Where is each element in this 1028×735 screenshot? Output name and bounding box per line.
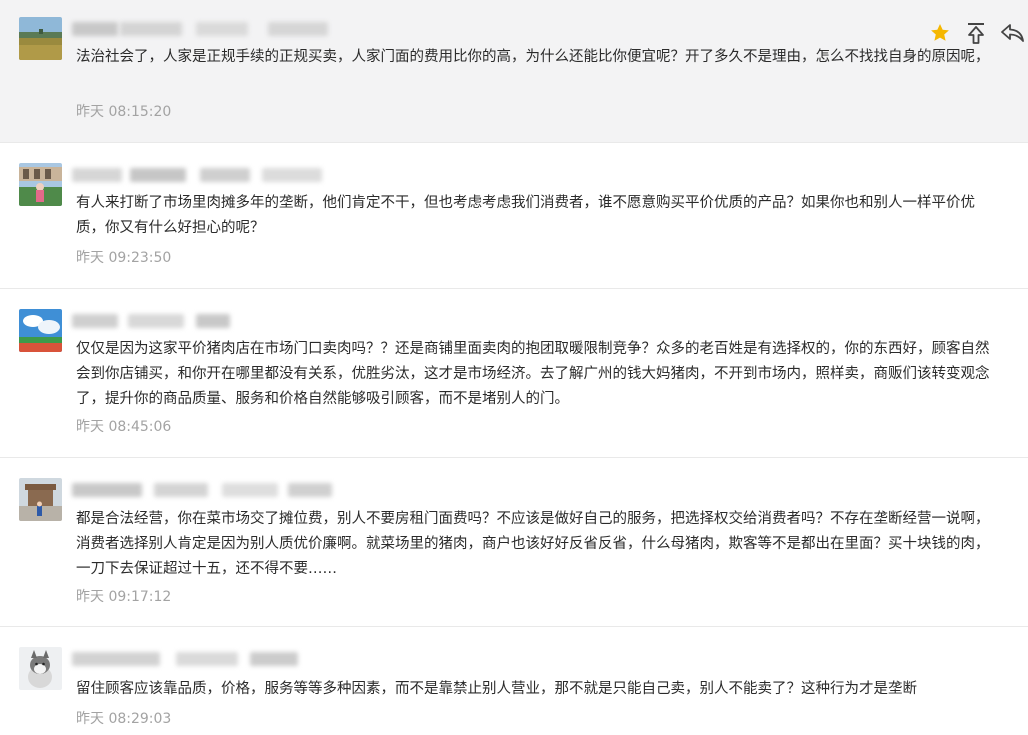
username-blurred [72,164,342,186]
avatar[interactable] [19,647,62,690]
avatar[interactable] [19,309,62,352]
comment-text: 仅仅是因为这家平价猪肉店在市场门口卖肉吗？？还是商铺里面卖肉的抱团取暖限制竞争？… [76,341,990,407]
username-blurred [72,479,342,501]
comment-timestamp: 昨天 09:23:50 [76,250,172,266]
comment-item: 法治社会了，人家是正规手续的正规买卖，人家门面的费用比你的高，为什么还能比你便宜… [0,0,1028,143]
comment-item: 有人来打断了市场里肉摊多年的垄断，他们肯定不干，但也考虑考虑我们消费者，谁不愿意… [0,143,1028,289]
comment-timestamp: 昨天 08:15:20 [76,104,172,120]
reply-icon[interactable] [994,18,1028,48]
comment-actions [922,18,1028,48]
comment-feed: 法治社会了，人家是正规手续的正规买卖，人家门面的费用比你的高，为什么还能比你便宜… [0,0,1028,735]
comment-text: 有人来打断了市场里肉摊多年的垄断，他们肯定不干，但也考虑考虑我们消费者，谁不愿意… [76,195,975,236]
comment-timestamp: 昨天 08:45:06 [76,419,172,435]
comment-text: 都是合法经营，你在菜市场交了摊位费，别人不要房租门面费吗？不应该是做好自己的服务… [76,511,990,577]
comment-timestamp: 昨天 09:17:12 [76,589,172,605]
username-blurred [72,310,342,332]
star-icon[interactable] [922,18,958,48]
comment-text: 法治社会了，人家是正规手续的正规买卖，人家门面的费用比你的高，为什么还能比你便宜… [76,49,990,65]
comment-item: 都是合法经营，你在菜市场交了摊位费，别人不要房租门面费吗？不应该是做好自己的服务… [0,458,1028,627]
username-blurred [72,18,342,40]
avatar[interactable] [19,478,62,521]
pin-to-top-icon[interactable] [958,18,994,48]
comment-item: 仅仅是因为这家平价猪肉店在市场门口卖肉吗？？还是商铺里面卖肉的抱团取暖限制竞争？… [0,289,1028,458]
avatar[interactable] [19,17,62,60]
comment-item: 留住顾客应该靠品质，价格，服务等等多种因素，而不是靠禁止别人营业，那不就是只能自… [0,627,1028,735]
comment-text: 留住顾客应该靠品质，价格，服务等等多种因素，而不是靠禁止别人营业，那不就是只能自… [76,681,917,697]
username-blurred [72,648,342,670]
avatar[interactable] [19,163,62,206]
comment-timestamp: 昨天 08:29:03 [76,711,172,727]
